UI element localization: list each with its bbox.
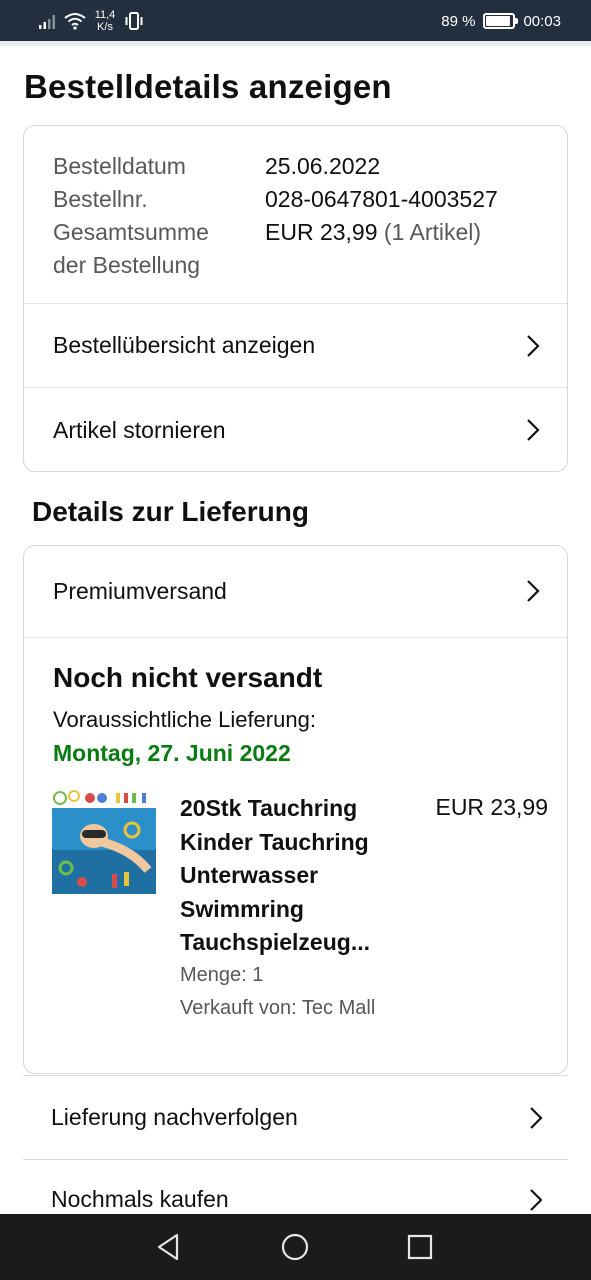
product-title-link[interactable]: 20Stk Tauchring Kinder Tauchring Unterwa… (180, 792, 400, 960)
shipping-method-row[interactable]: Premiumversand (24, 546, 567, 636)
chevron-right-icon (530, 1106, 543, 1129)
order-number-row: Bestellnr. 028-0647801-4003527 (53, 183, 498, 216)
battery-percent: 89 % (441, 12, 476, 30)
signal-icon (39, 15, 55, 29)
product-price: EUR 23,99 (435, 794, 548, 820)
order-total-value: EUR 23,99 (265, 219, 378, 245)
chevron-right-icon (530, 1189, 543, 1211)
expected-delivery-label: Voraussichtliche Lieferung: (53, 707, 316, 732)
chevron-right-icon (527, 580, 540, 602)
order-total-label: Gesamtsumme der Bestellung (53, 216, 265, 282)
order-summary-card: Bestelldatum 25.06.2022 Bestellnr. 028-0… (23, 125, 568, 472)
cancel-items-row[interactable]: Artikel stornieren (24, 388, 567, 472)
order-total-label-line2: der Bestellung (53, 252, 201, 278)
order-total-value-group: EUR 23,99 (1 Artikel) (265, 216, 481, 282)
page-title: Bestelldetails anzeigen (24, 68, 392, 105)
product-thumbnail (52, 790, 156, 894)
clock: 00:03 (523, 12, 561, 30)
wifi-icon (64, 13, 86, 30)
view-order-summary-row[interactable]: Bestellübersicht anzeigen (24, 304, 567, 387)
order-summary: Bestelldatum 25.06.2022 Bestellnr. 028-0… (53, 150, 498, 282)
shipping-method-label: Premiumversand (53, 577, 227, 604)
delivery-card: Premiumversand Noch nicht versandt Vorau… (23, 545, 568, 1074)
order-item-count: (1 Artikel) (383, 219, 482, 245)
view-order-summary-label: Bestellübersicht anzeigen (53, 332, 316, 358)
divider (24, 637, 567, 638)
home-icon[interactable] (279, 1231, 311, 1263)
chevron-right-icon (527, 334, 540, 357)
status-left: 11,4 K/s (38, 8, 144, 34)
recents-icon[interactable] (404, 1231, 436, 1263)
network-speed: 11,4 K/s (94, 9, 116, 33)
section-title-delivery: Details zur Lieferung (32, 496, 309, 527)
order-number-value: 028-0647801-4003527 (265, 186, 498, 212)
order-total-row: Gesamtsumme der Bestellung EUR 23,99 (1 … (53, 216, 498, 282)
expected-delivery-date: Montag, 27. Juni 2022 (53, 740, 291, 766)
status-right: 89 % 00:03 (441, 10, 561, 32)
product-seller: Verkauft von: Tec Mall (180, 997, 376, 1019)
order-total-label-line1: Gesamtsumme (53, 219, 209, 245)
status-bar: 11,4 K/s 89 % 00:03 (0, 0, 591, 41)
order-date-row: Bestelldatum 25.06.2022 (53, 150, 498, 183)
track-package-label: Lieferung nachverfolgen (51, 1104, 298, 1130)
vibrate-icon (125, 12, 143, 30)
cancel-items-label: Artikel stornieren (53, 416, 226, 443)
system-navigation-bar (0, 1214, 591, 1280)
battery-icon (483, 13, 519, 29)
order-date-label: Bestelldatum (53, 153, 186, 179)
track-package-row[interactable]: Lieferung nachverfolgen (23, 1075, 568, 1159)
chevron-right-icon (527, 419, 540, 441)
battery-level (486, 16, 510, 26)
buy-again-label: Nochmals kaufen (51, 1186, 229, 1212)
product-image[interactable] (52, 790, 156, 894)
back-icon[interactable] (153, 1231, 185, 1263)
product-quantity: Menge: 1 (180, 964, 264, 986)
header-divider (0, 41, 591, 46)
shipment-status: Noch nicht versandt (53, 662, 323, 693)
order-number-label: Bestellnr. (53, 186, 148, 212)
order-date-value: 25.06.2022 (265, 153, 381, 179)
